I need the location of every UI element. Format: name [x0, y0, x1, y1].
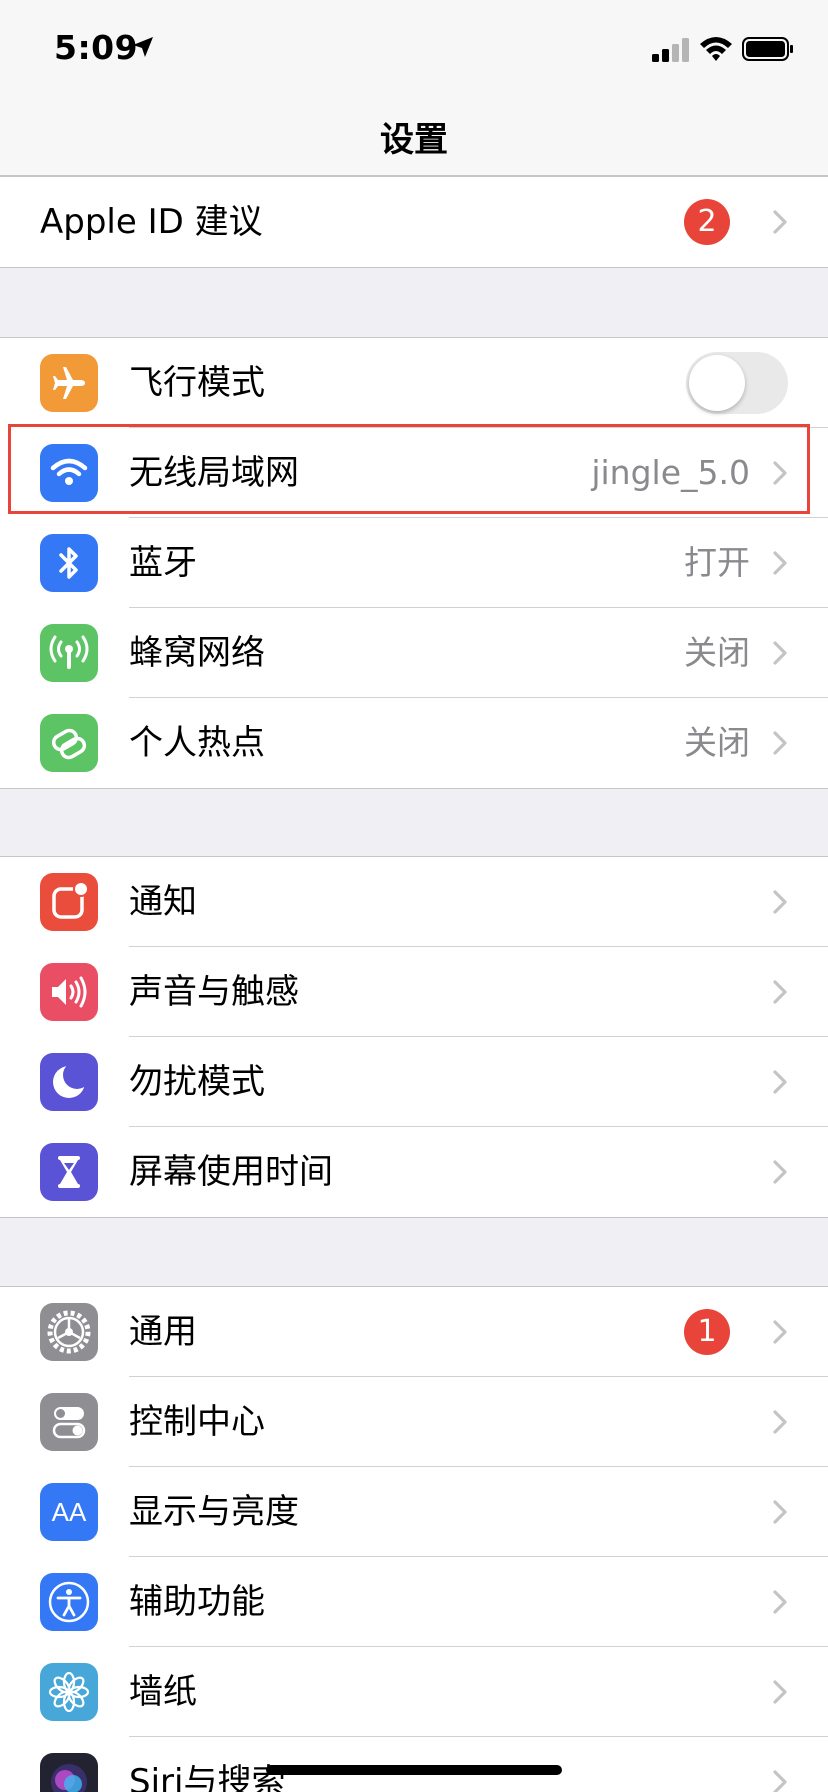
notifications-group: 通知 声音与触感 勿扰模式 屏幕使用时间: [0, 856, 828, 1218]
settings-row-label: 蓝牙: [129, 543, 197, 583]
settings-row-label: 通知: [129, 882, 197, 922]
battery-icon: [742, 37, 793, 61]
wallpaper-icon: [40, 1663, 98, 1721]
settings-row-label: 屏幕使用时间: [129, 1152, 333, 1192]
moon-icon: [40, 1053, 98, 1111]
chevron-right-icon: [773, 1320, 787, 1344]
settings-row-wallpaper[interactable]: 墙纸: [0, 1647, 828, 1737]
apple-id-group: Apple ID 建议 2: [0, 176, 828, 268]
airplane-icon: [40, 354, 98, 412]
apple-id-label: Apple ID 建议: [40, 202, 263, 242]
display-icon-text: AA: [51, 1496, 87, 1527]
airplane-mode-toggle[interactable]: [686, 352, 788, 414]
settings-row-screen-time[interactable]: 屏幕使用时间: [0, 1127, 828, 1217]
toggle-knob: [689, 355, 745, 411]
settings-row-label: 蜂窝网络: [129, 633, 265, 673]
sounds-icon: [40, 963, 98, 1021]
settings-row-display[interactable]: AA 显示与亮度: [0, 1467, 828, 1557]
hourglass-icon: [40, 1143, 98, 1201]
location-arrow-icon: [133, 37, 153, 57]
settings-row-label: 个人热点: [129, 723, 265, 763]
settings-row-label: 声音与触感: [129, 972, 299, 1012]
cellular-value: 关闭: [684, 633, 750, 672]
settings-row-sounds[interactable]: 声音与触感: [0, 947, 828, 1037]
home-indicator[interactable]: [266, 1765, 562, 1775]
chevron-right-icon: [773, 731, 787, 755]
chevron-right-icon: [773, 980, 787, 1004]
settings-row-label: Siri与搜索: [129, 1762, 286, 1792]
settings-row-label: 勿扰模式: [129, 1062, 265, 1102]
apple-id-suggestions-row[interactable]: Apple ID 建议 2: [0, 177, 828, 267]
settings-row-notifications[interactable]: 通知: [0, 857, 828, 947]
settings-row-airplane-mode[interactable]: 飞行模式: [0, 338, 828, 428]
settings-row-label: 控制中心: [129, 1402, 265, 1442]
siri-icon: [40, 1753, 98, 1792]
chevron-right-icon: [773, 1410, 787, 1434]
chevron-right-icon: [773, 551, 787, 575]
gear-icon: [40, 1303, 98, 1361]
settings-row-bluetooth[interactable]: 蓝牙 打开: [0, 518, 828, 608]
chevron-right-icon: [773, 890, 787, 914]
chevron-right-icon: [773, 1500, 787, 1524]
settings-screen: 5:09 设置 Apple ID 建议 2 飞行模式 无线局域网 jingle_…: [0, 0, 828, 1792]
settings-row-general[interactable]: 通用 1: [0, 1287, 828, 1377]
settings-row-label: 飞行模式: [129, 363, 265, 403]
settings-row-hotspot[interactable]: 个人热点 关闭: [0, 698, 828, 788]
chevron-right-icon: [773, 641, 787, 665]
chevron-right-icon: [773, 1770, 787, 1792]
display-icon: AA: [40, 1483, 98, 1541]
accessibility-icon: [40, 1573, 98, 1631]
control-center-icon: [40, 1393, 98, 1451]
notification-badge: 1: [684, 1309, 730, 1355]
page-title: 设置: [380, 120, 448, 160]
hotspot-icon: [40, 714, 98, 772]
wlan-highlight-box: [8, 424, 810, 514]
hotspot-value: 关闭: [684, 723, 750, 762]
settings-row-label: 辅助功能: [129, 1582, 265, 1622]
settings-row-accessibility[interactable]: 辅助功能: [0, 1557, 828, 1647]
status-time: 5:09: [54, 28, 139, 67]
settings-row-label: 墙纸: [129, 1672, 197, 1712]
settings-row-cellular[interactable]: 蜂窝网络 关闭: [0, 608, 828, 698]
notifications-icon: [40, 873, 98, 931]
chevron-right-icon: [773, 1590, 787, 1614]
bluetooth-icon: [40, 534, 98, 592]
chevron-right-icon: [773, 1160, 787, 1184]
chevron-right-icon: [773, 1070, 787, 1094]
settings-row-control-center[interactable]: 控制中心: [0, 1377, 828, 1467]
cellular-icon: [40, 624, 98, 682]
chevron-right-icon: [773, 1680, 787, 1704]
general-group: 通用 1 控制中心 AA 显示与亮度 辅助功能 墙纸 Siri与搜索: [0, 1286, 828, 1792]
cellular-signal-icon: [652, 38, 689, 62]
settings-row-label: 显示与亮度: [129, 1492, 299, 1532]
chevron-right-icon: [773, 210, 787, 234]
settings-row-do-not-disturb[interactable]: 勿扰模式: [0, 1037, 828, 1127]
bluetooth-value: 打开: [684, 543, 750, 582]
notification-badge: 2: [684, 199, 730, 245]
settings-row-label: 通用: [129, 1312, 197, 1352]
wifi-status-icon: [700, 37, 732, 61]
connectivity-group: 飞行模式 无线局域网 jingle_5.0 蓝牙 打开 蜂窝网络 关闭 个人热点…: [0, 337, 828, 789]
navigation-bar: 5:09 设置: [0, 0, 828, 176]
